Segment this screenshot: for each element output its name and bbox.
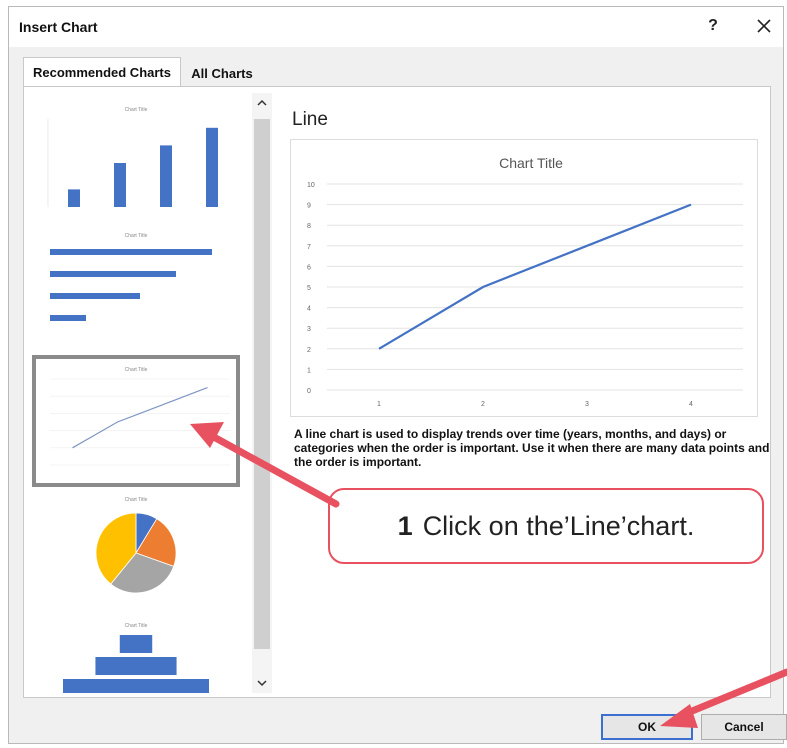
line-chart-preview: Chart Title [50, 367, 230, 466]
insert-chart-dialog: Insert Chart ? Recommended Charts All Ch… [8, 6, 787, 744]
thumb-title: Chart Title [125, 233, 148, 239]
thumb-series-line [72, 387, 208, 449]
funnel-bar [95, 657, 177, 675]
thumb-column [206, 127, 218, 207]
thumbnail-line-chart[interactable]: Chart Title [32, 355, 240, 487]
x-tick-label: 4 [689, 401, 693, 408]
callout-text: Click on the’Line’chart. [422, 510, 695, 541]
thumb-title: Chart Title [125, 367, 148, 373]
x-tick-label: 3 [585, 401, 589, 408]
scroll-up-icon[interactable] [252, 93, 272, 113]
thumbnail-pie-chart[interactable]: Chart Title [36, 491, 236, 611]
ok-button[interactable]: OK [601, 714, 693, 740]
thumb-column [114, 163, 126, 207]
column-chart-preview: Chart Title [47, 107, 218, 207]
thumb-bar [50, 249, 212, 255]
y-tick-label: 1 [307, 367, 311, 374]
bar-chart-preview: Chart Title [50, 233, 212, 321]
y-tick-label: 5 [307, 285, 311, 292]
y-tick-label: 6 [307, 264, 311, 271]
chart-title: Chart Title [499, 155, 563, 171]
tab-panel: Chart Title Chart Title Chart Title Char… [23, 86, 771, 698]
preview-chart-name: Line [292, 109, 328, 130]
chart-description: A line chart is used to display trends o… [294, 427, 770, 469]
thumb-bar [50, 315, 86, 321]
thumb-title: Chart Title [125, 623, 148, 629]
dialog-title: Insert Chart [19, 19, 98, 35]
thumb-bar [50, 271, 176, 277]
tab-recommended-charts[interactable]: Recommended Charts [23, 57, 181, 86]
y-tick-label: 8 [307, 223, 311, 230]
thumb-column [160, 145, 172, 207]
y-tick-label: 9 [307, 203, 311, 210]
thumbnail-bar-chart[interactable]: Chart Title [36, 227, 236, 347]
callout-step-number: 1 [397, 510, 413, 541]
funnel-bar [63, 679, 209, 693]
series-line [378, 203, 692, 350]
instruction-callout: 1 Click on the’Line’chart. [328, 488, 764, 564]
x-tick-label: 2 [481, 401, 485, 408]
thumb-column [68, 189, 80, 207]
thumbnail-column-chart[interactable]: Chart Title [36, 101, 236, 221]
funnel-bar [119, 635, 153, 653]
cancel-button[interactable]: Cancel [701, 714, 787, 740]
thumb-title: Chart Title [125, 107, 148, 113]
thumb-title: Chart Title [125, 497, 148, 503]
thumbnail-scrollbar[interactable] [252, 93, 272, 693]
pie-chart-preview: Chart Title [95, 497, 177, 594]
y-tick-label: 3 [307, 326, 311, 333]
title-bar: Insert Chart ? [9, 7, 783, 47]
preview-chart: Chart Title 0 1 2 3 4 5 6 7 8 9 10 1 2 3 4 [290, 139, 758, 417]
help-button[interactable]: ? [703, 17, 723, 35]
x-tick-label: 1 [377, 401, 381, 408]
y-tick-label: 7 [307, 244, 311, 251]
tab-all-charts[interactable]: All Charts [183, 61, 261, 86]
funnel-chart-preview: Chart Title [63, 623, 209, 693]
y-tick-label: 0 [307, 388, 311, 395]
y-tick-label: 10 [307, 182, 315, 189]
chart-thumbnail-list: Chart Title Chart Title Chart Title Char… [32, 93, 250, 693]
scrollbar-thumb[interactable] [254, 119, 270, 649]
y-tick-label: 4 [307, 306, 311, 313]
close-icon[interactable] [753, 15, 775, 37]
thumbnail-funnel-chart[interactable]: Chart Title [36, 619, 236, 693]
scroll-down-icon[interactable] [252, 673, 272, 693]
y-tick-label: 2 [307, 347, 311, 354]
line-chart: Chart Title 0 1 2 3 4 5 6 7 8 9 10 1 2 3 4 [307, 155, 743, 408]
thumb-bar [50, 293, 140, 299]
